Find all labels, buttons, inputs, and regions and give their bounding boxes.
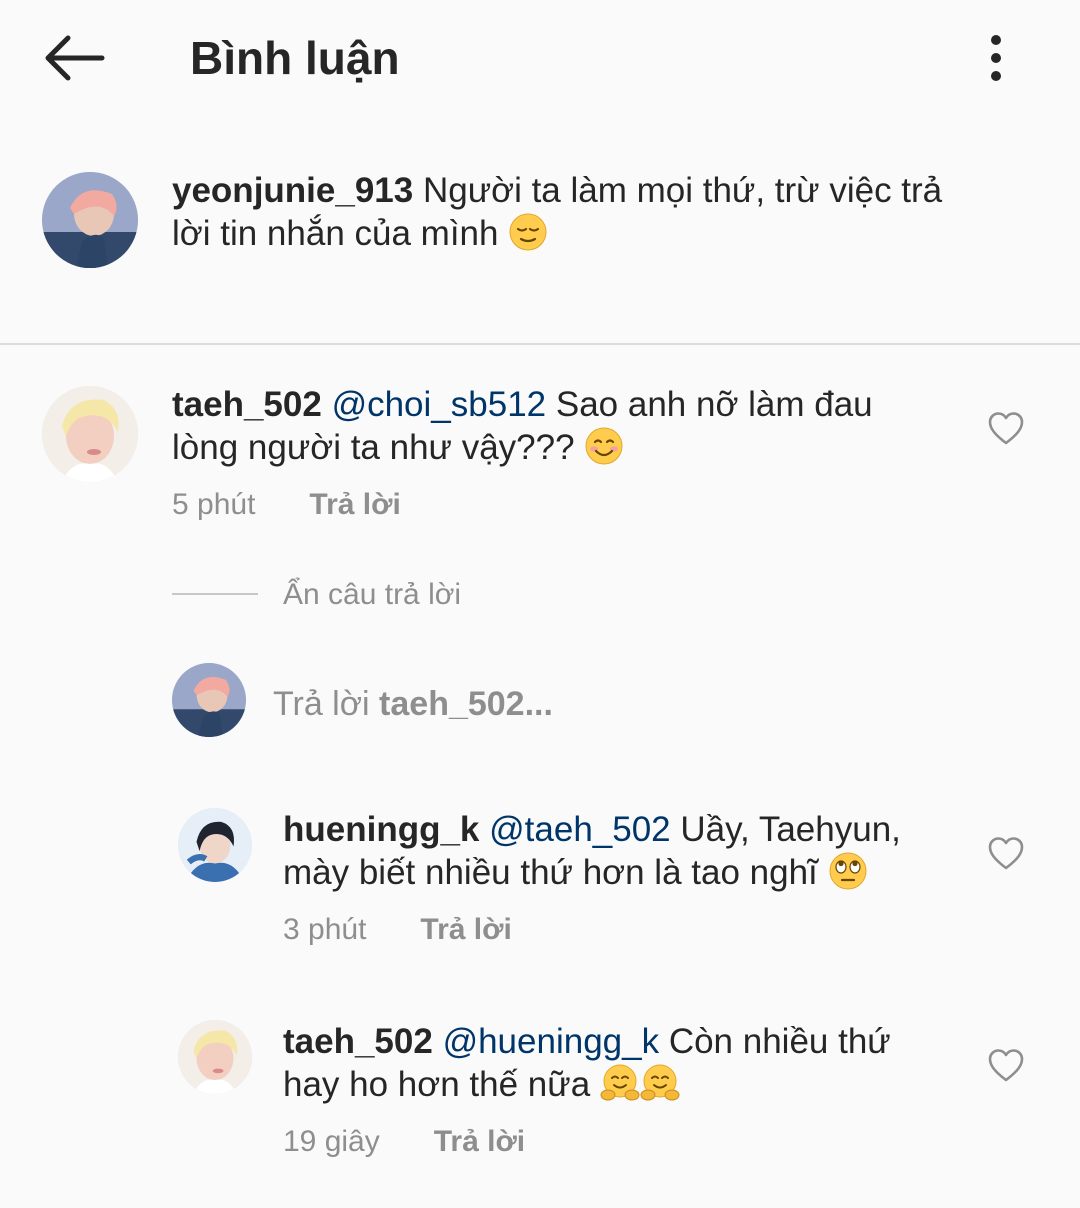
comment-username[interactable]: taeh_502 [172, 385, 322, 424]
smiling-face-emoji [584, 426, 624, 466]
relieved-face-emoji [508, 212, 548, 252]
reply-input[interactable]: Trả lời taeh_502... [273, 682, 553, 726]
reply-button[interactable]: Trả lời [434, 1125, 525, 1158]
reply-username[interactable]: taeh_502 [283, 1022, 433, 1061]
hide-replies-line [172, 593, 258, 595]
hide-replies-button[interactable]: Ẩn câu trả lời [283, 575, 461, 615]
hugging-face-emoji [600, 1063, 640, 1103]
hugging-face-emoji [640, 1063, 680, 1103]
more-options-button[interactable] [976, 30, 1016, 86]
heart-icon [988, 1049, 1024, 1082]
mention-link[interactable]: @hueningg_k [443, 1022, 660, 1061]
reply-meta: 19 giây Trả lời [283, 1122, 525, 1162]
comment-avatar[interactable] [42, 386, 138, 482]
reply-avatar[interactable] [178, 1020, 252, 1094]
comment-text: taeh_502 @choi_sb512 Sao anh nỡ làm đau … [172, 385, 873, 467]
heart-icon [988, 412, 1024, 445]
reply-avatar[interactable] [178, 808, 252, 882]
reply-button[interactable]: Trả lời [309, 488, 400, 521]
reply-target-username: taeh_502... [379, 685, 553, 723]
reply-button[interactable]: Trả lời [420, 913, 511, 946]
caption-text: yeonjunie_913 Người ta làm mọi thứ, trừ … [172, 171, 943, 253]
reply-text: hueningg_k @taeh_502 Uầy, Taehyun, mày b… [283, 810, 901, 892]
comment-time: 5 phút [172, 488, 256, 521]
caption-avatar[interactable] [42, 172, 138, 268]
arrow-left-icon [45, 35, 105, 81]
heart-icon [988, 837, 1024, 870]
current-user-avatar [172, 663, 246, 737]
mention-link[interactable]: @choi_sb512 [332, 385, 547, 424]
reply-username[interactable]: hueningg_k [283, 810, 479, 849]
like-button[interactable] [988, 411, 1024, 447]
comment-meta: 5 phút Trả lời [172, 485, 401, 525]
like-button[interactable] [988, 836, 1024, 872]
eye-roll-emoji [828, 851, 868, 891]
divider [0, 343, 1080, 345]
reply-time: 19 giây [283, 1125, 380, 1158]
page-title: Bình luận [190, 32, 400, 84]
back-button[interactable] [40, 30, 106, 86]
reply-time: 3 phút [283, 913, 367, 946]
more-vertical-icon [991, 35, 1001, 81]
reply-text: taeh_502 @hueningg_k Còn nhiều thứ hay h… [283, 1022, 891, 1104]
like-button[interactable] [988, 1048, 1024, 1084]
reply-meta: 3 phút Trả lời [283, 910, 512, 950]
caption-username[interactable]: yeonjunie_913 [172, 171, 413, 210]
mention-link[interactable]: @taeh_502 [489, 810, 671, 849]
